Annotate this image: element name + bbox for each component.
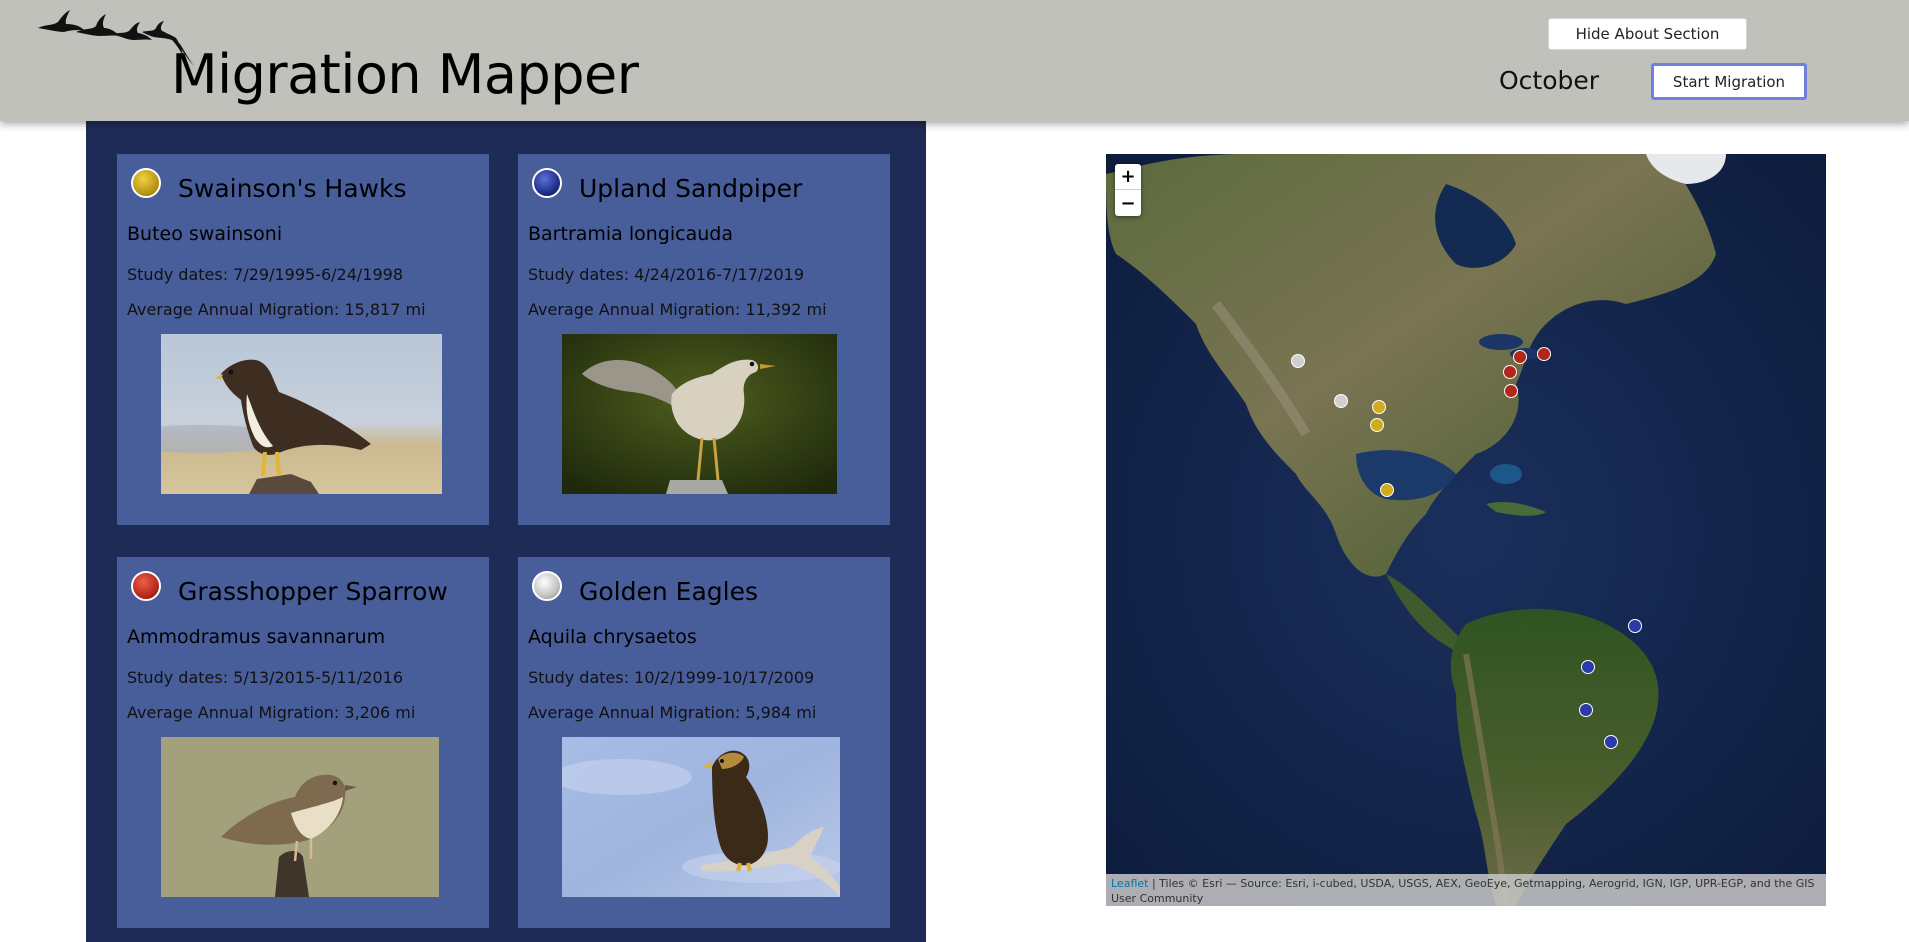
- study-dates: Study dates: 7/29/1995-6/24/1998: [127, 265, 404, 284]
- leaflet-link[interactable]: Leaflet: [1111, 877, 1148, 890]
- species-card-golden-eagles: Golden Eagles Aquila chrysaetos Study da…: [518, 557, 890, 928]
- species-color-dot-icon: [532, 168, 562, 198]
- zoom-out-button[interactable]: −: [1115, 190, 1141, 216]
- species-name: Grasshopper Sparrow: [178, 577, 448, 606]
- marker-upland-sandpiper[interactable]: [1604, 735, 1618, 749]
- average-migration: Average Annual Migration: 3,206 mi: [127, 703, 416, 722]
- migration-map[interactable]: + − Leaflet | Tiles © Esri — Source: Esr…: [1106, 154, 1826, 906]
- marker-grasshopper-sparrow[interactable]: [1503, 365, 1517, 379]
- start-migration-button[interactable]: Start Migration: [1651, 63, 1807, 100]
- study-dates: Study dates: 10/2/1999-10/17/2009: [528, 668, 815, 687]
- species-color-dot-icon: [532, 571, 562, 601]
- species-card-upland-sandpiper: Upland Sandpiper Bartramia longicauda St…: [518, 154, 890, 525]
- app-title: Migration Mapper: [171, 43, 639, 106]
- species-scientific-name: Bartramia longicauda: [528, 223, 733, 245]
- study-dates: Study dates: 4/24/2016-7/17/2019: [528, 265, 805, 284]
- sparrow-photo: [161, 737, 439, 897]
- average-migration: Average Annual Migration: 11,392 mi: [528, 300, 827, 319]
- eagle-photo: [562, 737, 840, 897]
- marker-swainsons-hawks[interactable]: [1372, 400, 1386, 414]
- species-scientific-name: Aquila chrysaetos: [528, 626, 697, 648]
- average-migration: Average Annual Migration: 5,984 mi: [528, 703, 817, 722]
- species-name: Golden Eagles: [579, 577, 758, 606]
- map-attribution: Leaflet | Tiles © Esri — Source: Esri, i…: [1106, 874, 1826, 906]
- average-migration: Average Annual Migration: 15,817 mi: [127, 300, 426, 319]
- satellite-map-tiles: [1106, 154, 1826, 906]
- about-section: Swainson's Hawks Buteo swainsoni Study d…: [86, 121, 926, 942]
- species-color-dot-icon: [131, 168, 161, 198]
- marker-grasshopper-sparrow[interactable]: [1513, 350, 1527, 364]
- attribution-text: | Tiles © Esri — Source: Esri, i-cubed, …: [1111, 877, 1815, 905]
- marker-grasshopper-sparrow[interactable]: [1504, 384, 1518, 398]
- zoom-in-button[interactable]: +: [1115, 164, 1141, 190]
- marker-swainsons-hawks[interactable]: [1370, 418, 1384, 432]
- marker-golden-eagles[interactable]: [1334, 394, 1348, 408]
- species-scientific-name: Buteo swainsoni: [127, 223, 283, 245]
- species-name: Swainson's Hawks: [178, 174, 407, 203]
- current-month: October: [1499, 66, 1600, 95]
- zoom-control: + −: [1115, 164, 1141, 216]
- marker-upland-sandpiper[interactable]: [1628, 619, 1642, 633]
- header: Migration Mapper Hide About Section Octo…: [0, 0, 1909, 121]
- sandpiper-photo: [562, 334, 837, 494]
- species-color-dot-icon: [131, 571, 161, 601]
- marker-upland-sandpiper[interactable]: [1581, 660, 1595, 674]
- hawk-photo: [161, 334, 442, 494]
- marker-golden-eagles[interactable]: [1291, 354, 1305, 368]
- hide-about-button[interactable]: Hide About Section: [1548, 18, 1747, 50]
- study-dates: Study dates: 5/13/2015-5/11/2016: [127, 668, 404, 687]
- species-card-grasshopper-sparrow: Grasshopper Sparrow Ammodramus savannaru…: [117, 557, 489, 928]
- species-name: Upland Sandpiper: [579, 174, 803, 203]
- species-card-swainsons-hawks: Swainson's Hawks Buteo swainsoni Study d…: [117, 154, 489, 525]
- marker-upland-sandpiper[interactable]: [1579, 703, 1593, 717]
- species-scientific-name: Ammodramus savannarum: [127, 626, 386, 648]
- marker-swainsons-hawks[interactable]: [1380, 483, 1394, 497]
- marker-grasshopper-sparrow[interactable]: [1537, 347, 1551, 361]
